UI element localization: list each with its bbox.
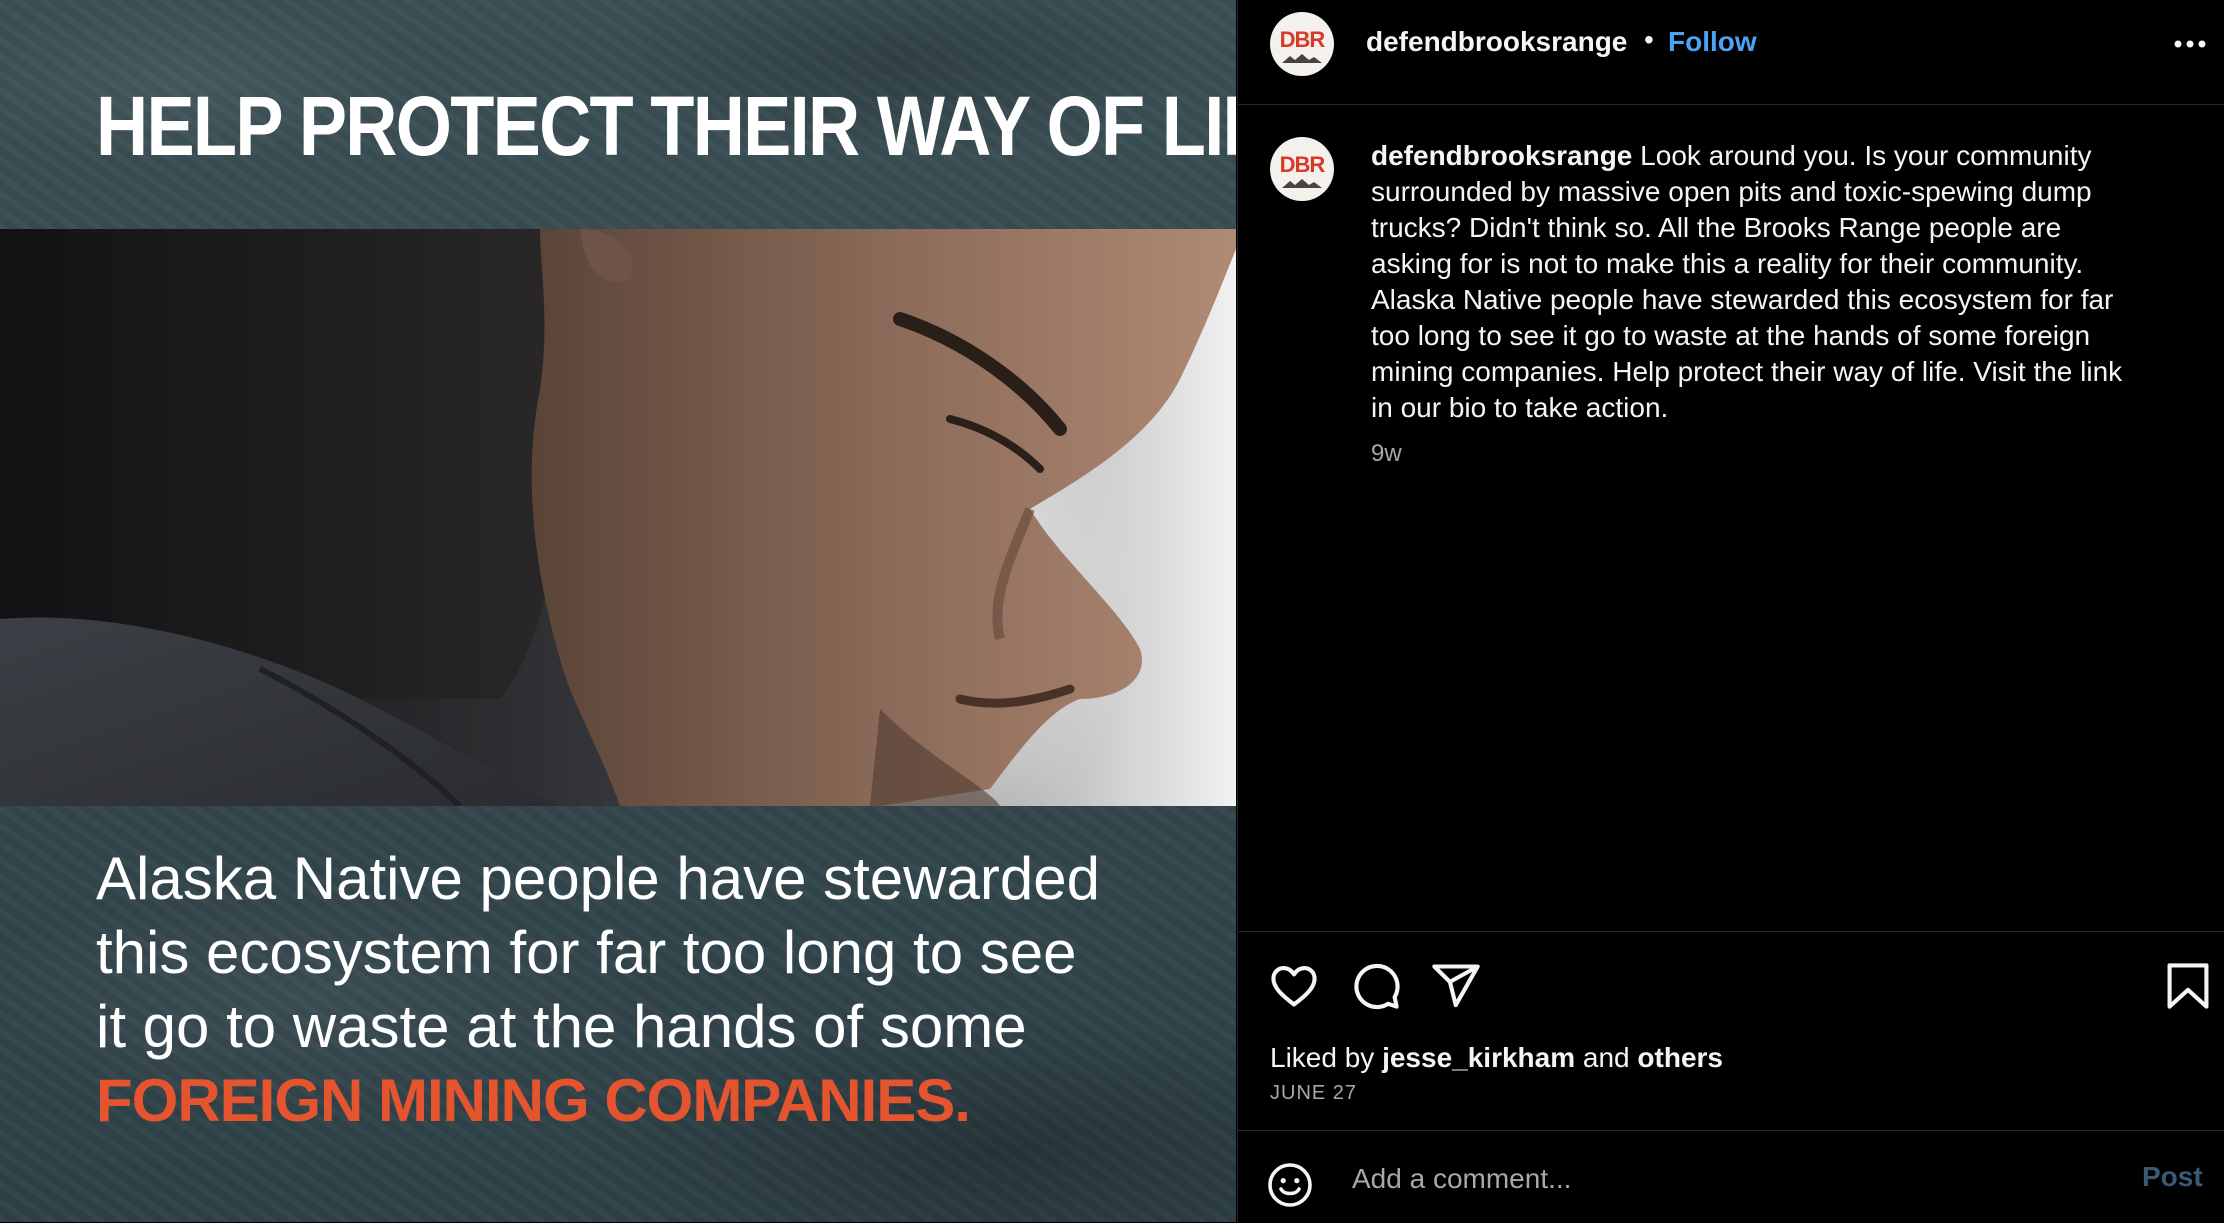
media-headline: HELP PROTECT THEIR WAY OF LIFE (96, 79, 1236, 173)
caption-timestamp[interactable]: 9w (1371, 440, 1402, 468)
caption-text: asking for is not to make this a reality… (1371, 248, 2084, 279)
caption-text: too long to see it go to waste at the ha… (1371, 320, 2091, 351)
caption-text: in our bio to take action. (1371, 392, 1669, 423)
post-comment-button[interactable]: Post (2142, 1161, 2203, 1193)
portrait-illustration (0, 229, 1236, 806)
media-body-copy: Alaska Native people have stewarded this… (96, 842, 1196, 1138)
caption-text: trucks? Didn't think so. All the Brooks … (1371, 212, 2062, 243)
caption-text: Alaska Native people have stewarded this… (1371, 284, 2114, 315)
liked-by-middle: and (1575, 1042, 1638, 1073)
comment-bar: Post (1238, 1130, 2224, 1223)
more-options-icon[interactable] (2168, 26, 2212, 58)
comment-input[interactable] (1350, 1153, 2054, 1205)
post-header: DBR defendbrooksrange • Follow (1238, 0, 2224, 105)
caption-text: mining companies. Help protect their way… (1371, 356, 2123, 387)
caption-username[interactable]: defendbrooksrange (1371, 140, 1632, 171)
media-body-line: it go to waste at the hands of some (96, 993, 1027, 1060)
liked-by-prefix: Liked by (1270, 1042, 1383, 1073)
likes-summary: Liked by jesse_kirkham and others (1270, 1042, 1723, 1074)
caption-text: Look around you. Is your community (1632, 140, 2092, 171)
bookmark-icon[interactable] (2164, 960, 2212, 1012)
avatar-logo-text: DBR (1279, 27, 1326, 52)
post-date[interactable]: JUNE 27 (1270, 1082, 1357, 1105)
portrait-photo (0, 229, 1236, 806)
post-details-panel: DBR defendbrooksrange • Follow DBR defen… (1237, 0, 2224, 1222)
liked-by-others-link[interactable]: others (1637, 1042, 1723, 1073)
smiley-icon[interactable] (1266, 1161, 1314, 1209)
follow-button[interactable]: Follow (1668, 26, 1757, 58)
caption-first-line: defendbrooksrange Look around you. Is yo… (1371, 138, 2191, 174)
accent-period: . (954, 1067, 971, 1134)
media-body-line: Alaska Native people have stewarded (96, 845, 1100, 912)
caption-text: surrounded by massive open pits and toxi… (1371, 176, 2092, 207)
avatar[interactable]: DBR (1270, 12, 1334, 76)
post-media[interactable]: HELP PROTECT THEIR WAY OF LIFE Alaska Na… (0, 0, 1236, 1222)
separator-dot: • (1644, 24, 1654, 55)
post-caption: defendbrooksrange Look around you. Is yo… (1371, 138, 2191, 426)
mountain-icon (1282, 54, 1322, 63)
comment-icon[interactable] (1350, 960, 1402, 1012)
mountain-icon (1282, 179, 1322, 188)
avatar-logo-text: DBR (1279, 152, 1326, 177)
accent-text: FOREIGN MINING COMPANIES (96, 1067, 955, 1134)
media-accent-line: FOREIGN MINING COMPANIES. (96, 1064, 1196, 1138)
heart-icon[interactable] (1268, 960, 1320, 1012)
liked-by-user-link[interactable]: jesse_kirkham (1382, 1042, 1575, 1073)
share-icon[interactable] (1430, 960, 1482, 1012)
caption-avatar[interactable]: DBR (1270, 137, 1334, 201)
username-link[interactable]: defendbrooksrange (1366, 26, 1627, 58)
media-body-line: this ecosystem for far too long to see (96, 919, 1077, 986)
action-bar: Liked by jesse_kirkham and others JUNE 2… (1238, 931, 2224, 1131)
